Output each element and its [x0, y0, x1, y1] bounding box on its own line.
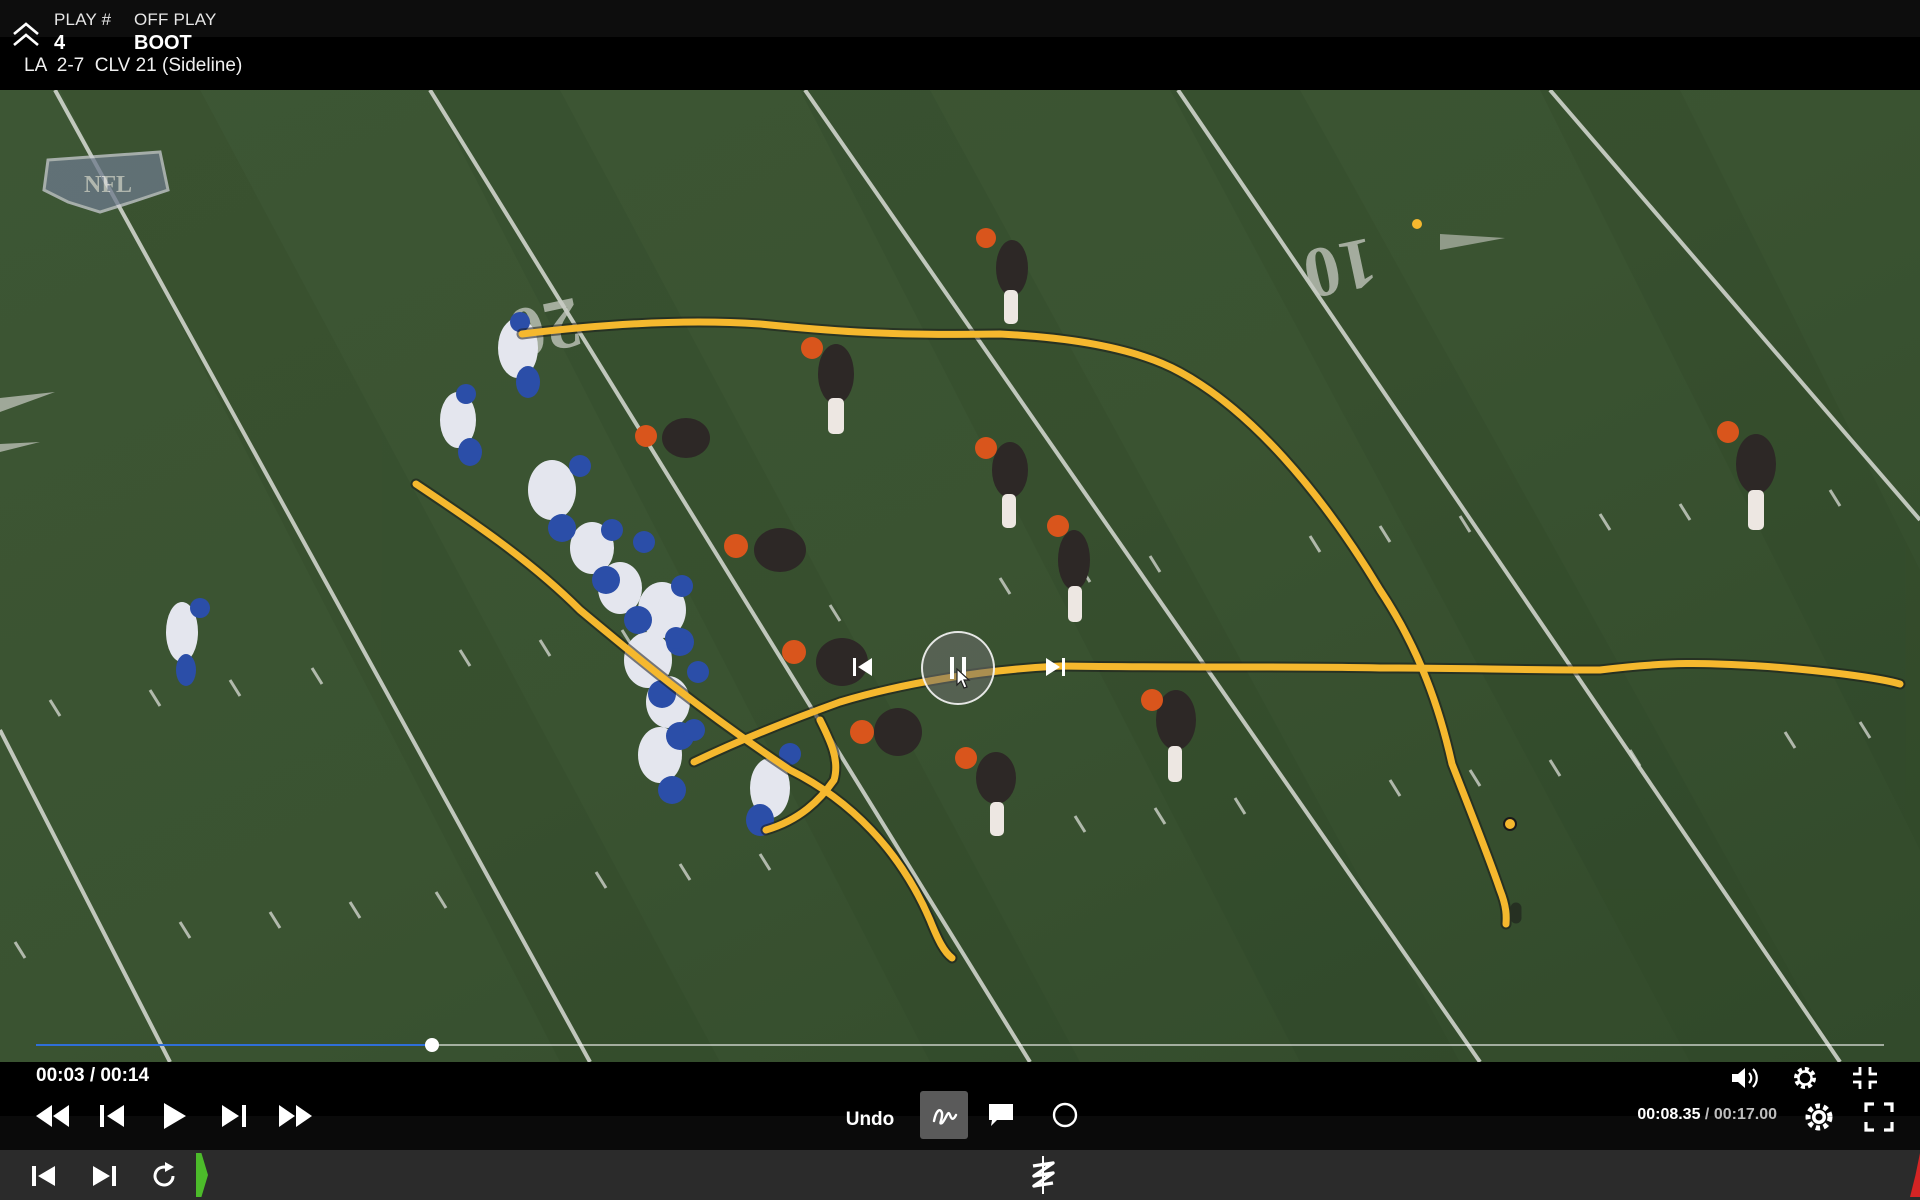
clip-time-total: 00:17.00 [1713, 1106, 1777, 1123]
exit-fullscreen-icon[interactable] [1848, 1063, 1882, 1093]
play-icon[interactable] [156, 1100, 192, 1132]
play-number: 4 [54, 32, 66, 54]
playlist-end-marker [1910, 1153, 1920, 1197]
video-progress-fill [36, 1044, 433, 1046]
fast-forward-icon[interactable] [274, 1100, 318, 1132]
clip-time-separator: / [1700, 1106, 1714, 1123]
game-situation: LA 2-7 CLV 21 (Sideline) [24, 55, 243, 76]
gear-icon[interactable] [1800, 1098, 1838, 1136]
clip-time: 00:08.35 / 00:17.00 [1637, 1106, 1777, 1124]
video-time: 00:03 / 00:14 [36, 1065, 150, 1086]
video-progress-handle[interactable] [425, 1038, 440, 1052]
player-controls: 00:03 / 00:14 Undo 00:08.35 / 00:17.00 [0, 1062, 1920, 1150]
play-info-header: PLAY # 4 OFF PLAY BOOT LA 2-7 CLV 21 (Si… [0, 0, 1920, 90]
clip-time-current: 00:08.35 [1637, 1106, 1701, 1123]
previous-play-icon[interactable] [26, 1160, 62, 1192]
rewind-icon[interactable] [30, 1100, 74, 1132]
circle-icon[interactable] [1050, 1100, 1080, 1130]
off-play-label: OFF PLAY [134, 10, 217, 29]
play-number-block: PLAY # 4 [54, 10, 111, 55]
pause-button[interactable] [921, 631, 995, 705]
play-number-label: PLAY # [54, 10, 112, 29]
app-logo-icon [1026, 1152, 1060, 1198]
comment-icon[interactable] [986, 1100, 1016, 1130]
football-field-frame: NFL 20 10 [0, 90, 1920, 1062]
freehand-draw-icon[interactable] [920, 1091, 968, 1139]
playlist-bar [0, 1150, 1920, 1200]
replay-icon[interactable] [146, 1160, 182, 1192]
next-play-icon[interactable] [86, 1160, 122, 1192]
field-logo-text: NFL [84, 172, 132, 198]
fullscreen-icon[interactable] [1860, 1098, 1898, 1136]
off-play-value: BOOT [134, 32, 192, 54]
video-progress-bar[interactable] [36, 1038, 1884, 1052]
header-band [0, 0, 1920, 37]
pause-icon [950, 657, 971, 689]
skip-forward-icon[interactable] [1042, 653, 1068, 681]
off-play-block: OFF PLAY BOOT [134, 10, 217, 55]
step-forward-icon[interactable] [216, 1100, 252, 1132]
playlist-start-marker [196, 1153, 208, 1197]
gear-icon[interactable] [1788, 1063, 1822, 1093]
video-player[interactable]: NFL 20 10 [0, 90, 1920, 1062]
undo-button[interactable]: Undo [840, 1106, 900, 1134]
step-back-icon[interactable] [94, 1100, 130, 1132]
skip-back-icon[interactable] [850, 653, 876, 681]
collapse-header-icon[interactable] [10, 20, 42, 50]
volume-icon[interactable] [1728, 1063, 1762, 1093]
